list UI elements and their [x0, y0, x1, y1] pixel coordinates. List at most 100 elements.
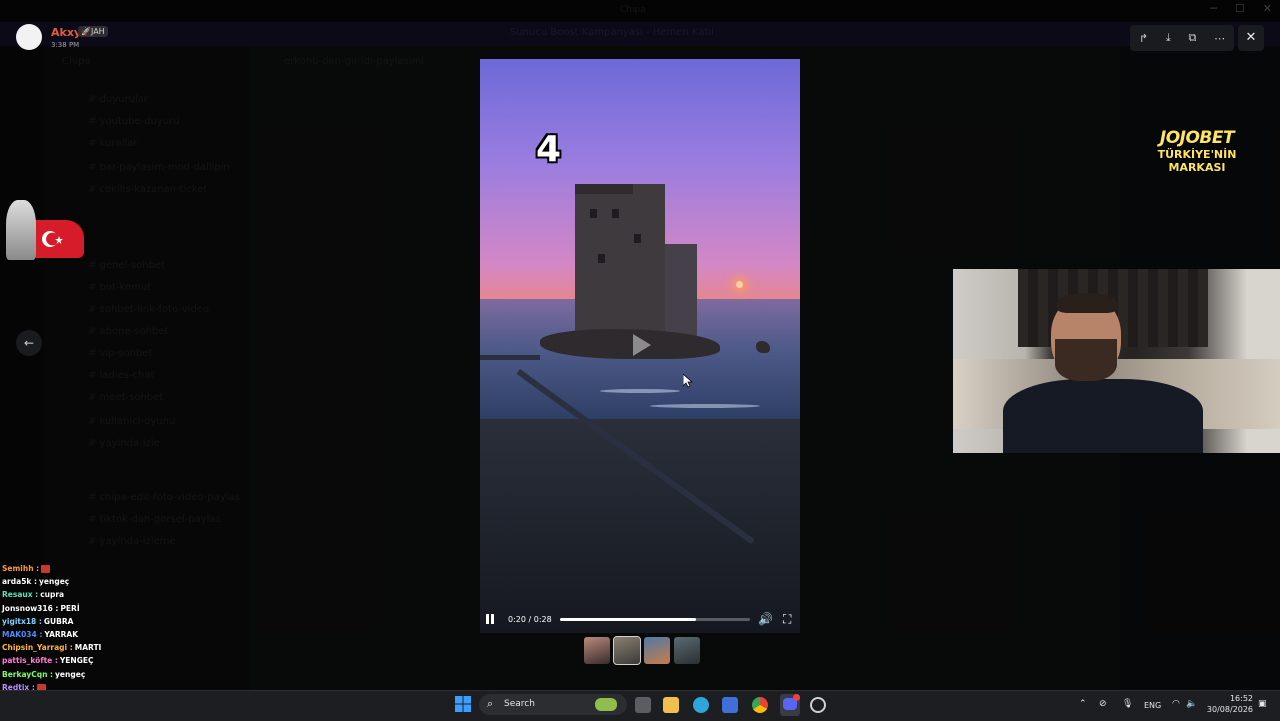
chat-message: yigitx18 : GUBRA [2, 615, 202, 628]
speaker-icon[interactable]: 🔈 [1186, 699, 1197, 709]
chat-username: Semihh : [2, 564, 40, 573]
video-fortress-top [575, 184, 633, 194]
chat-text: GUBRA [43, 616, 74, 626]
streamer-webcam [953, 269, 1280, 453]
edge-icon[interactable] [693, 697, 709, 713]
video-window [590, 209, 597, 218]
chat-username: Resaux : [2, 590, 39, 600]
chat-message: arda5k : yengeç [2, 575, 202, 588]
taskbar-search[interactable]: ⌕ Search [479, 694, 627, 715]
pause-icon[interactable] [486, 614, 494, 624]
chat-text: yengeç [55, 669, 86, 679]
chat-message: MAK034 : YARRAK [2, 628, 202, 641]
stream-chat-overlay: Semihh : arda5k : yengeç Resaux : cupra Jonsn… [2, 562, 202, 707]
seek-bar[interactable] [560, 617, 750, 621]
previous-media-button[interactable]: ← [16, 330, 42, 356]
chat-text: MARTI [74, 643, 102, 653]
app-icon[interactable] [810, 697, 826, 713]
chat-text: cupra [40, 590, 65, 600]
media-thumbnail[interactable] [584, 637, 610, 664]
video-timecode: 0:20 / 0:28 [508, 614, 552, 624]
chat-text: YARRAK [44, 629, 79, 639]
chat-username: yigitx18 : [2, 616, 42, 626]
taskbar-clock[interactable]: 16:52 30/08/2026 [1198, 693, 1253, 715]
arrow-left-icon: ← [23, 336, 35, 350]
seek-bar-progress [560, 617, 696, 621]
video-walkway [480, 419, 800, 633]
chat-text: PERİ [60, 603, 80, 613]
store-icon[interactable] [722, 697, 738, 713]
fullscreen-icon[interactable]: ⛶ [783, 612, 791, 627]
webcam-person-body [1003, 379, 1203, 453]
search-icon: ⌕ [487, 697, 494, 710]
video-fortress [575, 184, 665, 349]
media-thumbnail[interactable] [613, 636, 641, 665]
video-sun [736, 281, 743, 288]
close-icon: ✕ [1245, 30, 1257, 45]
clock-time: 16:52 [1229, 694, 1253, 703]
microphone-icon[interactable]: 🎙 [1122, 699, 1133, 709]
windows-start-icon[interactable] [455, 696, 471, 712]
video-controls: 0:20 / 0:28 🔊 ⛶ [480, 608, 800, 630]
chat-username: pattis_köfte : [2, 656, 58, 666]
chat-message: Resaux : cupra [2, 588, 202, 601]
viewer-actions: ↱ ⤓ ⧉ ⋯ [1130, 25, 1234, 51]
download-icon[interactable]: ⤓ [1166, 31, 1171, 45]
chat-message: Semihh : [2, 562, 202, 575]
media-thumbnail[interactable] [674, 637, 700, 664]
wifi-icon[interactable]: ◠ [1172, 699, 1180, 709]
sponsor-logo-line2: TÜRKİYE'NİN [1157, 148, 1237, 161]
share-icon[interactable]: ↱ [1139, 32, 1148, 45]
chat-username: Chipsin_Yarragi : [2, 643, 73, 653]
chat-message: Jonsnow316 : PERİ [2, 602, 202, 615]
discord-icon[interactable] [780, 694, 800, 716]
message-timestamp: 3:38 PM [51, 41, 80, 49]
video-wave [650, 404, 760, 408]
crescent-star-icon [42, 231, 63, 247]
video-window [634, 234, 641, 243]
author-tag-label: JAH [90, 27, 105, 36]
chat-username: Jonsnow316 : [2, 603, 59, 613]
file-explorer-icon[interactable] [663, 697, 679, 713]
sponsor-logo-line3: MARKASI [1168, 161, 1226, 174]
author-name[interactable]: Akxy [51, 26, 81, 39]
play-icon[interactable] [633, 334, 651, 356]
chat-message: Chipsin_Yarragi : MARTI [2, 641, 202, 654]
video-rock [756, 341, 770, 353]
media-thumbnail[interactable] [644, 637, 670, 664]
open-external-icon[interactable]: ⧉ [1188, 31, 1196, 45]
more-icon[interactable]: ⋯ [1214, 32, 1225, 45]
tray-chevron-icon[interactable]: ⌃ [1079, 699, 1087, 709]
clock-date: 30/08/2026 [1206, 705, 1253, 714]
video-window [598, 254, 605, 263]
webcam-person-beard [1055, 339, 1117, 381]
chat-message: pattis_köfte : YENGEÇ [2, 654, 202, 667]
flag-portrait-emblem [2, 200, 84, 260]
task-view-icon[interactable] [635, 697, 651, 713]
rocket-icon: 🚀 [81, 27, 91, 36]
close-viewer-button[interactable]: ✕ [1238, 25, 1264, 51]
author-avatar[interactable] [16, 24, 42, 50]
notification-icon[interactable]: ▣ [1258, 699, 1267, 709]
language-indicator[interactable]: ENG [1144, 701, 1161, 710]
chat-username: BerkayCqn : [2, 669, 54, 679]
video-railing [480, 355, 540, 360]
author-tag: 🚀JAH [78, 26, 108, 37]
chat-text: yengeç [39, 577, 70, 587]
search-highlight-icon [595, 698, 617, 711]
chrome-icon[interactable] [752, 697, 768, 713]
chat-username: MAK034 : [2, 629, 43, 639]
search-label: Search [504, 699, 535, 709]
sponsor-logo: JOJOBET TÜRKİYE'NİN MARKASI [1150, 128, 1244, 188]
sponsor-logo-line1: JOJOBET [1159, 128, 1235, 148]
chat-message: BerkayCqn : yengeç [2, 668, 202, 681]
chat-username: arda5k : [2, 577, 38, 587]
volume-icon[interactable]: 🔊 [758, 612, 773, 626]
tray-network-off-icon[interactable]: ⊘ [1099, 699, 1107, 709]
chat-text: YENGEÇ [59, 656, 94, 666]
media-thumbnail-strip [584, 636, 700, 665]
webcam-person-hair [1057, 293, 1117, 313]
mouse-cursor-icon [683, 374, 693, 388]
chat-emote-icon [41, 565, 51, 573]
video-overlay-number: 4 [536, 129, 562, 170]
